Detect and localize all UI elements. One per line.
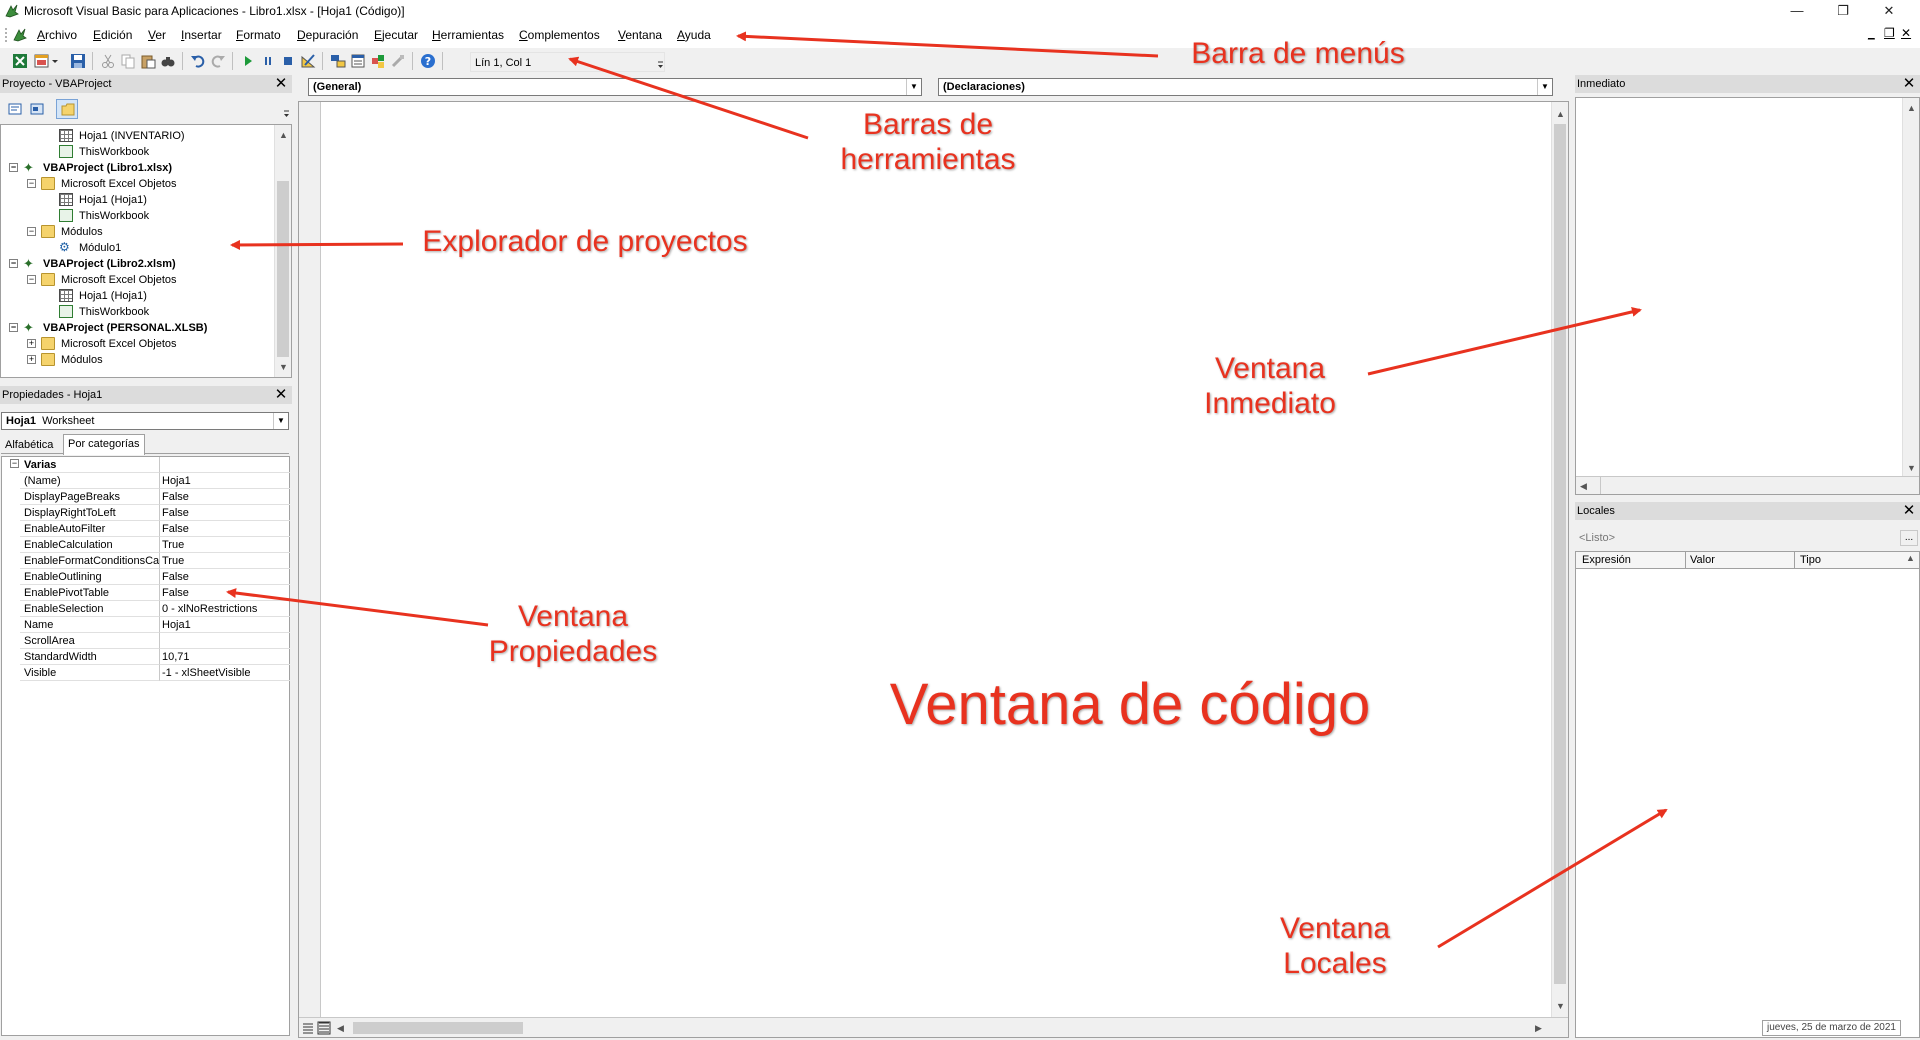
annotation-arrow-menubar xyxy=(736,31,1159,58)
annotation-locals: Ventana Locales xyxy=(1279,912,1391,980)
annotation-menubar: Barra de menús xyxy=(1191,37,1405,70)
annotation-arrow-properties xyxy=(226,588,489,627)
annotation-code: Ventana de código xyxy=(889,672,1371,737)
annotation-arrow-immediate xyxy=(1367,306,1642,376)
annotation-immediate: Ventana Inmediato xyxy=(1204,352,1336,420)
annotation-toolbars: Barras de herramientas xyxy=(840,108,1016,176)
annotation-arrow-locals xyxy=(1437,808,1668,949)
annotation-arrow-project xyxy=(230,239,404,250)
annotation-properties: Ventana Propiedades xyxy=(488,600,658,668)
annotation-arrow-toolbars xyxy=(568,56,809,140)
annotation-project-explorer: Explorador de proyectos xyxy=(422,225,748,258)
